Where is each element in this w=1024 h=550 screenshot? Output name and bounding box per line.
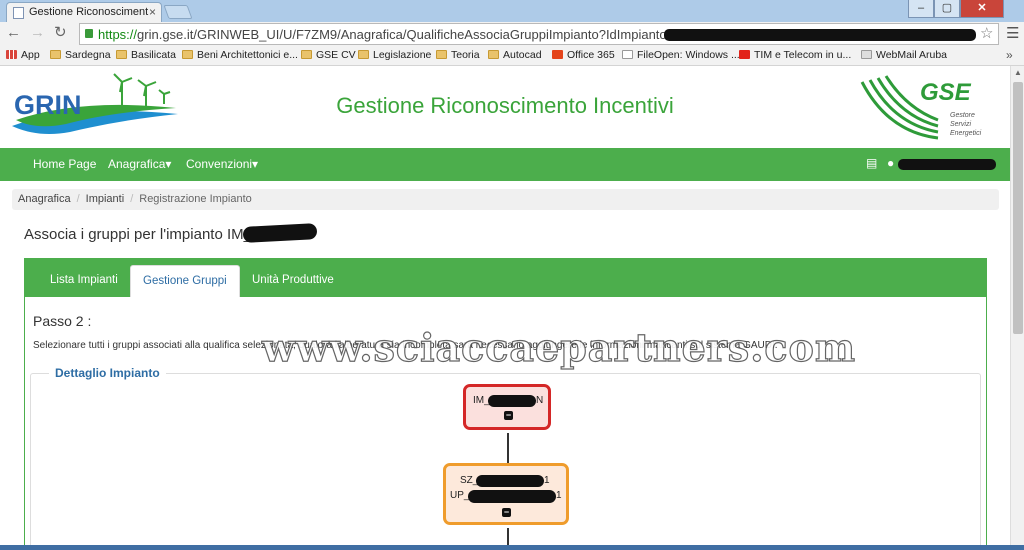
step-title: Passo 2 : (33, 313, 92, 329)
page-title: Associa i gruppi per l'impianto IM_ (24, 226, 252, 243)
document-icon (622, 50, 633, 59)
folder-icon (436, 50, 447, 59)
main-navbar: Home Page Anagrafica▾ Convenzioni▾ ▤ ● (0, 148, 1010, 181)
fieldset-legend: Dettaglio Impianto (49, 366, 166, 380)
svg-text:Energetici: Energetici (950, 130, 982, 137)
back-arrow-icon[interactable]: ← (6, 25, 21, 41)
os-taskbar (0, 545, 1024, 550)
browser-tab[interactable]: Gestione Riconosciment × (6, 2, 162, 22)
folder-icon (358, 50, 369, 59)
url-text: grin.gse.it/GRINWEB_UI/U/F7ZM9/Anagrafic… (137, 27, 682, 42)
bookmark-beni-architettonici[interactable]: Beni Architettonici e... (182, 49, 298, 61)
watermark: www.sciaccaepartners.com (261, 324, 857, 370)
bookmark-legislazione[interactable]: Legislazione (358, 49, 431, 61)
bookmark-star-icon[interactable]: ☆ (980, 24, 993, 42)
nav-convenzioni[interactable]: Convenzioni▾ (186, 157, 258, 171)
node-label-suffix: N (536, 395, 544, 406)
tab-lista-impianti[interactable]: Lista Impianti (50, 274, 118, 286)
breadcrumb-anagrafica[interactable]: Anagrafica (18, 193, 71, 205)
bookmark-app[interactable]: App (6, 49, 40, 61)
bookmark-office-365[interactable]: Office 365 (552, 49, 615, 61)
tree-connector (507, 433, 509, 463)
redaction-mark (242, 223, 318, 243)
tab-unita-produttive[interactable]: Unità Produttive (252, 274, 334, 286)
breadcrumb: Anagrafica / Impianti / Registrazione Impian… (12, 189, 999, 210)
address-bar[interactable]: https://grin.gse.it/GRINWEB_UI/U/F7ZM9/A… (79, 23, 999, 45)
reload-icon[interactable]: ↻ (54, 25, 67, 41)
node-label-up-suffix: 1 (556, 490, 562, 501)
tree-node-impianto[interactable]: IM_ N − (463, 384, 551, 430)
gse-logo[interactable]: GSE Gestore Servizi Energetici (858, 72, 988, 142)
browser-menu-icon[interactable]: ☰ (1006, 24, 1019, 42)
bookmark-autocad[interactable]: Autocad (488, 49, 542, 61)
mail-icon (861, 50, 872, 59)
site-header: GRIN Gestione Riconoscimento Incentivi G… (0, 66, 1010, 148)
panel-tabs: Lista Impianti Gestione Gruppi Unità Pro… (25, 259, 986, 297)
node-label-sz-suffix: 1 (544, 475, 550, 486)
svg-text:Servizi: Servizi (950, 121, 971, 128)
node-label-up: UP_ (450, 490, 470, 501)
window-maximize-button[interactable]: ▢ (934, 0, 960, 18)
url-scheme: https:// (98, 27, 138, 42)
apps-icon (6, 50, 17, 59)
folder-icon (50, 50, 61, 59)
folder-icon (301, 50, 312, 59)
collapse-icon[interactable]: − (504, 411, 513, 420)
svg-text:Gestore: Gestore (950, 112, 975, 119)
bookmark-teoria[interactable]: Teoria (436, 49, 480, 61)
new-tab-button[interactable] (163, 5, 193, 19)
bookmark-sardegna[interactable]: Sardegna (50, 49, 111, 61)
breadcrumb-separator: / (76, 193, 80, 205)
window-close-button[interactable]: ✕ (960, 0, 1004, 18)
tab-gestione-gruppi[interactable]: Gestione Gruppi (130, 265, 240, 297)
dettaglio-impianto-fieldset: Dettaglio Impianto IM_ N − SZ_ 1 UP_ 1 − (30, 366, 981, 550)
bookmarks-bar: App Sardegna Basilicata Beni Architetton… (0, 46, 1024, 66)
page-favicon-icon (13, 7, 24, 19)
window-minimize-button[interactable]: – (908, 0, 934, 18)
chevron-down-icon: ▾ (165, 157, 172, 171)
bookmark-basilicata[interactable]: Basilicata (116, 49, 176, 61)
scroll-up-icon[interactable]: ▲ (1014, 68, 1022, 77)
tab-close-icon[interactable]: × (149, 5, 156, 19)
tim-icon (739, 50, 750, 59)
folder-icon (182, 50, 193, 59)
content-panel: Lista Impianti Gestione Gruppi Unità Pro… (24, 258, 987, 550)
bookmarks-overflow-icon[interactable]: » (1006, 48, 1013, 62)
chevron-down-icon: ▾ (252, 157, 259, 171)
office-icon (552, 50, 563, 59)
svg-text:GSE: GSE (920, 79, 972, 106)
breadcrumb-separator: / (130, 193, 134, 205)
redaction-mark (898, 159, 996, 170)
collapse-icon[interactable]: − (502, 508, 511, 517)
breadcrumb-registrazione-impianto: Registrazione Impianto (139, 193, 252, 205)
folder-icon (116, 50, 127, 59)
nav-home-page[interactable]: Home Page (33, 157, 96, 171)
breadcrumb-impianti[interactable]: Impianti (86, 193, 125, 205)
redaction-mark (476, 475, 544, 487)
bookmark-fileopen[interactable]: FileOpen: Windows ... (622, 49, 740, 61)
browser-titlebar: Gestione Riconosciment × – ▢ ✕ (0, 0, 1024, 22)
forward-arrow-icon[interactable]: → (30, 25, 45, 41)
browser-toolbar: ← → ↻ https://grin.gse.it/GRINWEB_UI/U/F… (0, 22, 1024, 46)
redaction-mark (664, 29, 976, 41)
bookmark-tim[interactable]: TIM e Telecom in u... (739, 49, 851, 61)
book-icon[interactable]: ▤ (866, 156, 877, 170)
bookmark-gse-cv[interactable]: GSE CV (301, 49, 356, 61)
page-scrollbar[interactable]: ▲ (1010, 66, 1024, 550)
user-icon[interactable]: ● (887, 156, 894, 170)
redaction-mark (488, 395, 536, 407)
redaction-mark (468, 490, 556, 503)
tab-title: Gestione Riconosciment (29, 6, 149, 18)
nav-anagrafica[interactable]: Anagrafica▾ (108, 157, 171, 171)
tree-node-gruppo[interactable]: SZ_ 1 UP_ 1 − (443, 463, 569, 525)
bookmark-webmail-aruba[interactable]: WebMail Aruba (861, 49, 947, 61)
lock-icon (85, 29, 93, 38)
scrollbar-thumb[interactable] (1013, 82, 1023, 334)
folder-icon (488, 50, 499, 59)
